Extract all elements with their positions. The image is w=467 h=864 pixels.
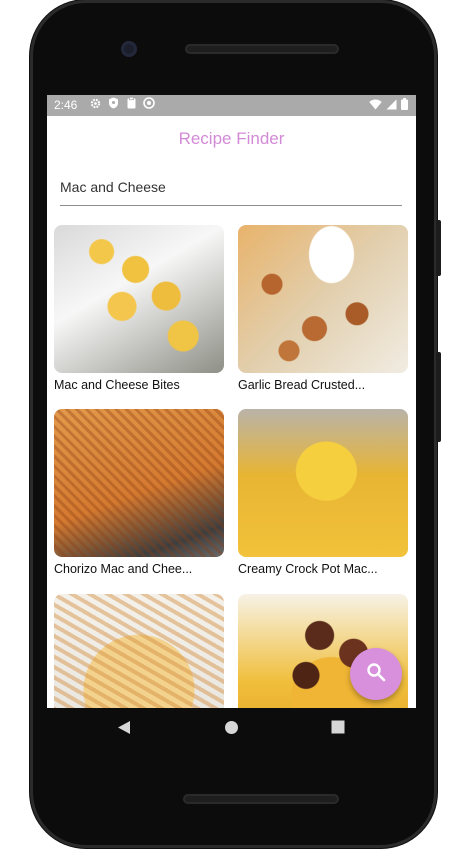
- status-notification-icons: [89, 97, 155, 109]
- recipe-card[interactable]: Garlic Bread Crusted...: [238, 225, 408, 392]
- status-time: 2:46: [54, 98, 78, 112]
- search-field[interactable]: [60, 169, 402, 206]
- clipboard-icon: [125, 97, 137, 109]
- search-input[interactable]: [60, 169, 402, 205]
- wifi-icon: [369, 99, 382, 113]
- signal-icon: [386, 99, 397, 113]
- recipe-title[interactable]: Mac and Cheese Bites: [54, 378, 224, 392]
- recipe-title[interactable]: Garlic Bread Crusted...: [238, 378, 408, 392]
- back-icon[interactable]: [117, 720, 131, 740]
- gear-icon: [89, 97, 101, 109]
- home-icon[interactable]: [224, 720, 239, 740]
- power-button: [436, 352, 441, 442]
- screen: 2:46 Recipe Finder Mac and Cheese Mac an…: [47, 95, 416, 708]
- search-fab-button[interactable]: [350, 648, 402, 700]
- recipe-image[interactable]: [54, 225, 224, 373]
- status-bar: 2:46: [47, 95, 416, 116]
- recipe-card[interactable]: Mac and Cheese Bites: [54, 225, 224, 392]
- android-nav-bar: [47, 708, 416, 748]
- bottom-speaker: [183, 794, 339, 804]
- recipe-card[interactable]: Creamy Crock Pot Mac...: [238, 409, 408, 576]
- sync-icon: [143, 97, 155, 109]
- recipe-image[interactable]: [238, 409, 408, 557]
- search-icon: [366, 662, 386, 687]
- earpiece-speaker: [185, 44, 339, 54]
- app-title: Recipe Finder: [178, 129, 285, 148]
- recipe-title[interactable]: Creamy Crock Pot Mac...: [238, 562, 408, 576]
- status-system-icons: [369, 98, 408, 113]
- recipe-image[interactable]: [238, 225, 408, 373]
- recipe-image[interactable]: [54, 594, 224, 708]
- recent-apps-icon[interactable]: [331, 720, 345, 739]
- recipe-card[interactable]: [54, 594, 224, 708]
- shield-icon: [107, 97, 119, 109]
- recipe-title[interactable]: Chorizo Mac and Chee...: [54, 562, 224, 576]
- recipe-card[interactable]: Chorizo Mac and Chee...: [54, 409, 224, 576]
- recipe-image[interactable]: [54, 409, 224, 557]
- volume-button: [436, 220, 441, 276]
- front-camera: [121, 41, 137, 57]
- battery-icon: [401, 98, 408, 113]
